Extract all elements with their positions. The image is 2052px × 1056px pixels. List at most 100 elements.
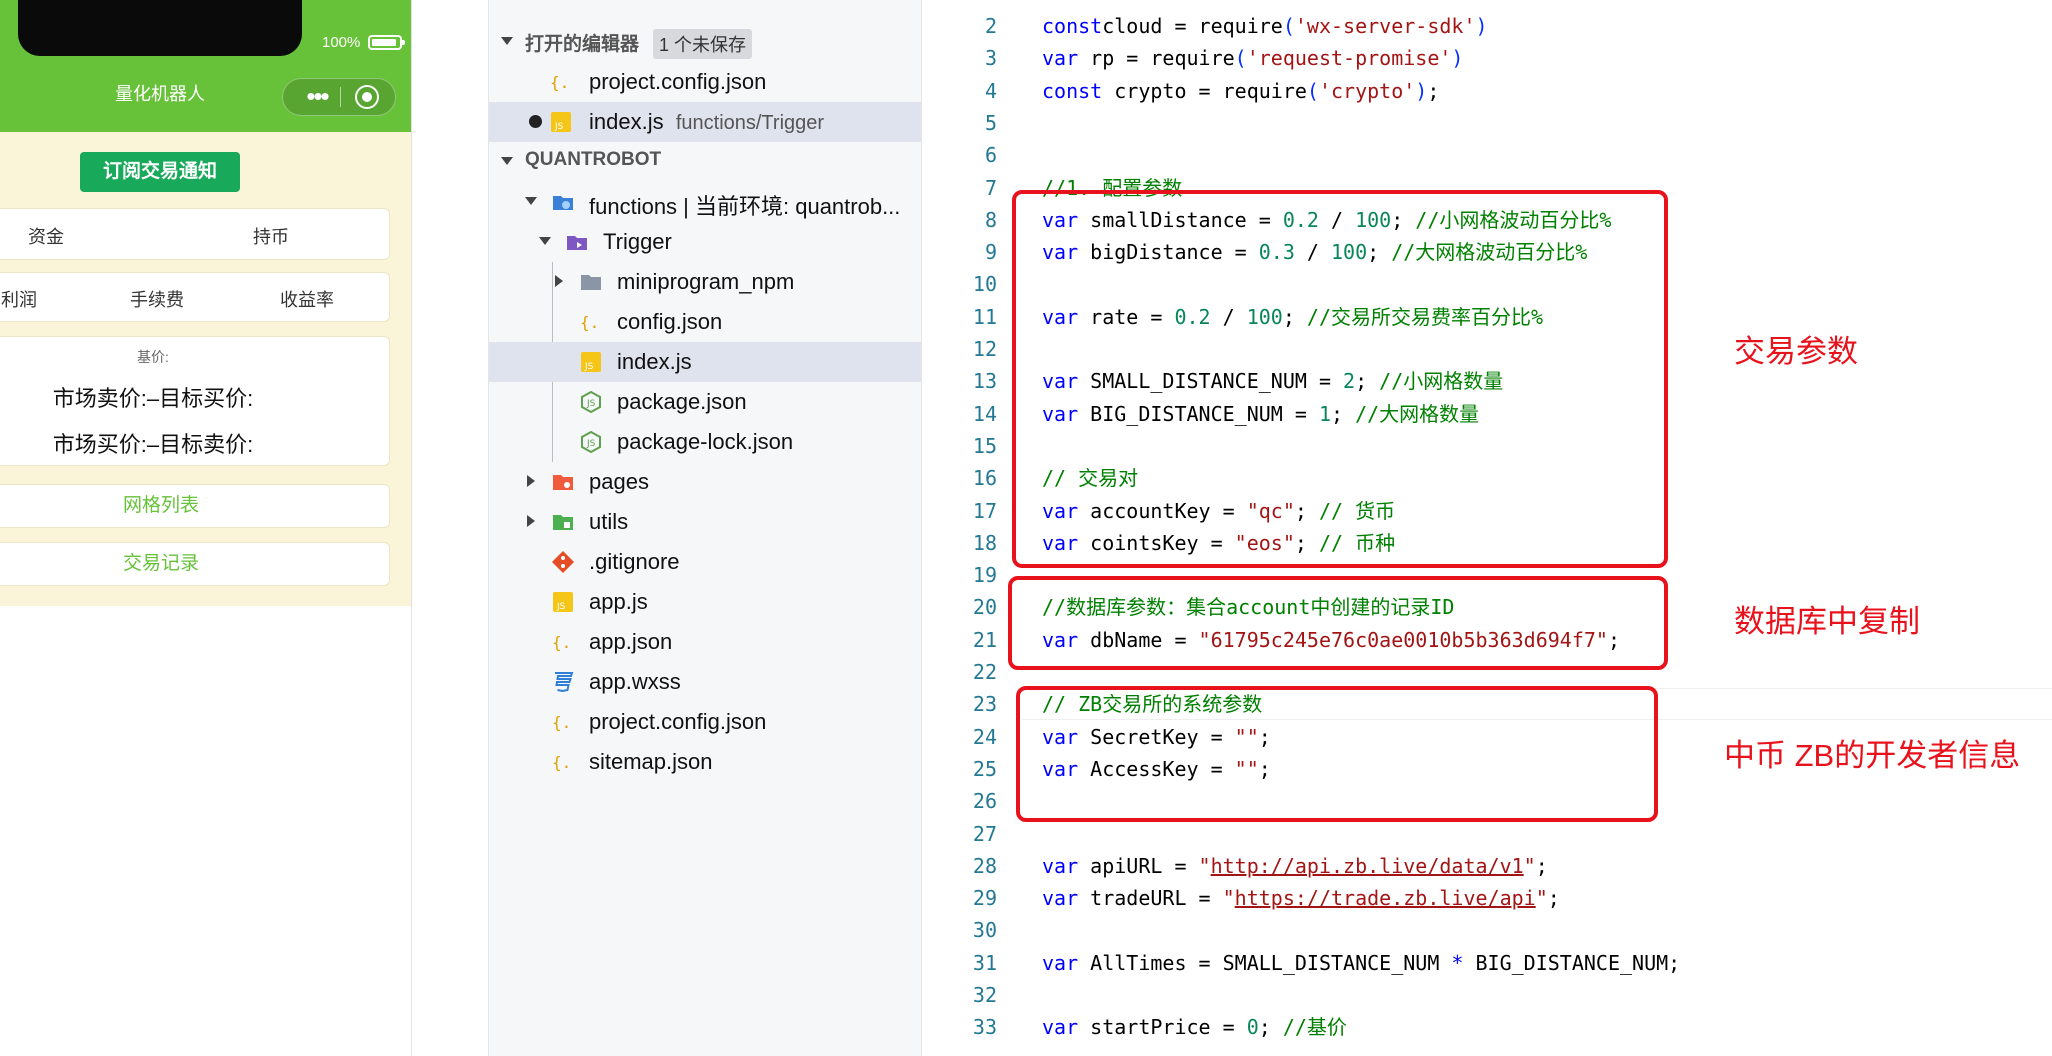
code-token: AllTimes = SMALL_DISTANCE_NUM xyxy=(1078,950,1452,975)
code-token: http://api.zb.live/data/v1 xyxy=(1210,853,1524,878)
svg-text:JS: JS xyxy=(554,122,564,132)
code-token: ; xyxy=(1427,78,1440,103)
tree-item-package-lock-json[interactable]: JS package-lock.json xyxy=(489,422,921,462)
menu-capsule[interactable]: ••• xyxy=(282,78,396,116)
code-token: var xyxy=(1042,853,1079,878)
battery-percent: 100% xyxy=(322,34,361,51)
chevron-down-icon xyxy=(525,197,537,205)
code-token: ( xyxy=(1306,78,1319,103)
tree-item-label: .gitignore xyxy=(589,549,680,574)
code-line[interactable]: 3 var rp = require('request-promise') xyxy=(922,42,2052,74)
line-number: 27 xyxy=(972,821,997,846)
subscribe-button[interactable]: 订阅交易通知 xyxy=(80,152,240,192)
code-token: const xyxy=(1042,14,1103,38)
code-line[interactable]: 31 var AllTimes = SMALL_DISTANCE_NUM * BI… xyxy=(922,947,2052,979)
close-circle-icon[interactable] xyxy=(355,85,379,109)
code-token: * xyxy=(1451,950,1464,975)
line-number: 16 xyxy=(972,466,997,491)
tree-item-functions[interactable]: functions | 当前环境: quantrob... xyxy=(489,182,921,222)
tree-item-pages[interactable]: pages xyxy=(489,462,921,502)
tree-item-miniprogram-npm[interactable]: miniprogram_npm xyxy=(489,262,921,302)
tree-item-app-json[interactable]: {..} app.json xyxy=(489,622,921,662)
line-number: 5 xyxy=(984,110,997,135)
code-token: " xyxy=(1523,853,1536,878)
code-line[interactable]: 5 xyxy=(922,107,2052,139)
svg-text:{..}: {..} xyxy=(552,713,575,732)
code-token: ) xyxy=(1451,46,1464,71)
line-number: 4 xyxy=(984,78,997,103)
tree-item-label: app.js xyxy=(589,589,648,614)
trade-record-link[interactable]: 交易记录 xyxy=(0,542,390,586)
line-number: 3 xyxy=(984,46,997,71)
tree-item-label: config.json xyxy=(617,309,723,334)
line-number: 24 xyxy=(972,724,997,749)
line-number: 2 xyxy=(984,14,997,38)
code-token: ( xyxy=(1234,46,1247,71)
js-file-icon: JS xyxy=(553,592,573,612)
open-editor-project-config[interactable]: {..} project.config.json xyxy=(489,62,921,102)
page-content: 订阅交易通知 资金 持币 利润 手续费 收益率 基价: 市场卖价:–目标买价: … xyxy=(0,132,411,606)
profit-label: 利润 xyxy=(1,290,37,310)
open-editor-index-js[interactable]: JS index.js functions/Trigger xyxy=(489,102,921,142)
code-line[interactable]: 29 var tradeURL = "https://trade.zb.live/… xyxy=(922,882,2052,914)
tree-item-utils[interactable]: utils xyxy=(489,502,921,542)
code-line[interactable]: 6 xyxy=(922,139,2052,171)
line-number: 9 xyxy=(984,240,997,265)
tree-item-trigger[interactable]: Trigger xyxy=(489,222,921,262)
svg-text:JS: JS xyxy=(586,399,596,409)
code-token: crypto = require xyxy=(1102,78,1307,103)
svg-text:{..}: {..} xyxy=(552,753,575,772)
code-token: startPrice = xyxy=(1078,1015,1247,1040)
tree-item-label: miniprogram_npm xyxy=(617,269,795,294)
code-line[interactable]: 32 xyxy=(922,979,2052,1011)
tree-item-app-js[interactable]: JS app.js xyxy=(489,582,921,622)
grid-list-link[interactable]: 网格列表 xyxy=(0,484,390,528)
line-number: 18 xyxy=(972,530,997,555)
tree-item-sitemap-json[interactable]: {..} sitemap.json xyxy=(489,742,921,782)
code-token: 'wx-server-sdk' xyxy=(1294,14,1476,38)
code-line[interactable]: 4 const crypto = require('crypto'); xyxy=(922,75,2052,107)
tree-item-label: package.json xyxy=(617,389,747,414)
line-number: 21 xyxy=(972,627,997,652)
tree-item-package-json[interactable]: JS package.json xyxy=(489,382,921,422)
chevron-right-icon xyxy=(527,515,535,527)
tree-item-project-config-json[interactable]: {..} project.config.json xyxy=(489,702,921,742)
trade-record-label: 交易记录 xyxy=(122,553,199,574)
code-text: var tradeURL = "https://trade.zb.live/ap… xyxy=(1042,882,1560,914)
svg-text:JS: JS xyxy=(556,602,566,612)
js-file-icon: JS xyxy=(581,352,601,372)
code-line[interactable]: 27 xyxy=(922,818,2052,850)
market-buy-row: 市场买价:–目标卖价: xyxy=(52,432,254,457)
more-dots-icon[interactable]: ••• xyxy=(297,81,337,113)
code-token: var xyxy=(1042,46,1079,71)
code-token: tradeURL = xyxy=(1078,886,1223,911)
db-params-box xyxy=(1008,576,1668,670)
tree-item-app-wxss[interactable]: app.wxss xyxy=(489,662,921,702)
trade-params-note: 交易参数 xyxy=(1734,334,1858,369)
code-token: rp = require xyxy=(1078,46,1235,71)
unsaved-dot-icon xyxy=(529,115,542,128)
tree-item-label: utils xyxy=(589,509,629,534)
assets-card: 资金 持币 xyxy=(0,208,390,260)
line-number: 17 xyxy=(972,498,997,523)
code-line[interactable]: 33 var startPrice = 0; //基价 xyxy=(922,1011,2052,1043)
project-header[interactable]: QUANTROBOT xyxy=(489,142,921,182)
code-line[interactable]: 28 var apiURL = "http://api.zb.live/data/… xyxy=(922,850,2052,882)
code-token: 0 xyxy=(1246,1015,1259,1040)
tree-item-gitignore[interactable]: .gitignore xyxy=(489,542,921,582)
chevron-right-icon xyxy=(527,475,535,487)
code-token: ; xyxy=(1547,886,1560,911)
code-line[interactable]: 30 xyxy=(922,914,2052,946)
open-editors-header[interactable]: 打开的编辑器 1 个未保存 xyxy=(489,22,921,62)
json-braces-icon: {..} xyxy=(550,73,573,92)
code-line[interactable]: 2 constcloud = require('wx-server-sdk') xyxy=(922,10,2052,42)
tree-item-config-json[interactable]: {..} config.json xyxy=(489,302,921,342)
yield-label: 收益率 xyxy=(280,290,334,310)
tree-item-index-js[interactable]: JS index.js xyxy=(489,342,921,382)
code-token: var xyxy=(1042,886,1079,911)
line-number: 33 xyxy=(972,1015,997,1040)
profit-card: 利润 手续费 收益率 xyxy=(0,272,390,322)
tree-item-label: app.json xyxy=(589,629,673,654)
code-token: cloud = xyxy=(1102,14,1199,38)
json-braces-icon: {..} xyxy=(552,753,575,772)
